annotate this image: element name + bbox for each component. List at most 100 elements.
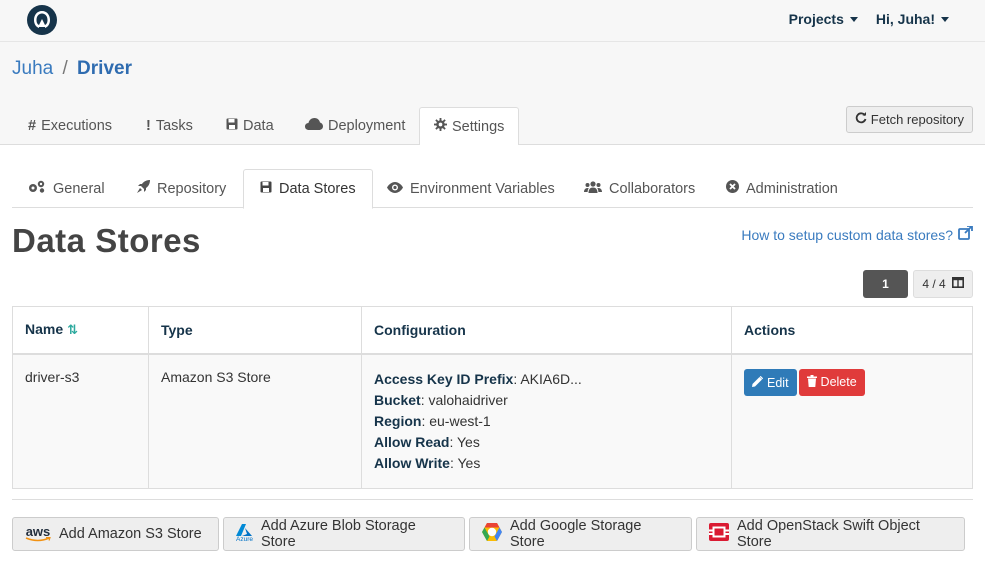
- user-greeting: Hi, Juha!: [875, 11, 935, 27]
- add-store-buttons: aws Add Amazon S3 Store Azure Add Azure …: [12, 517, 965, 551]
- eye-icon: [387, 181, 403, 197]
- settings-panel: General Repository Data Stores Environme…: [0, 145, 985, 570]
- users-icon: [584, 180, 602, 197]
- header-label: Name: [25, 321, 64, 338]
- fetch-repository-button[interactable]: Fetch repository: [845, 106, 973, 133]
- config-value: : Yes: [449, 454, 481, 471]
- column-count: 4 / 4: [922, 277, 946, 291]
- cell-type: Amazon S3 Store: [148, 353, 362, 489]
- tab-label: Data Stores: [279, 181, 356, 197]
- tab-settings[interactable]: Settings: [419, 107, 520, 146]
- aws-icon: aws: [25, 524, 51, 542]
- edit-label: Edit: [767, 375, 789, 390]
- column-header-name[interactable]: Name ⇅: [12, 306, 149, 355]
- table-header-row: Name ⇅ Type Configuration Actions: [12, 306, 973, 355]
- column-header-actions: Actions: [731, 306, 973, 355]
- valohai-logo[interactable]: [27, 5, 57, 35]
- tab-label: Administration: [746, 180, 838, 197]
- add-button-label: Add Amazon S3 Store: [59, 526, 202, 542]
- tab-deployment[interactable]: Deployment: [291, 107, 419, 145]
- exclamation-icon: !: [146, 118, 151, 134]
- fetch-repository-label: Fetch repository: [870, 112, 964, 127]
- page-title: Data Stores: [12, 222, 201, 259]
- breadcrumb-owner-link[interactable]: Juha: [12, 58, 53, 79]
- google-cloud-icon: [482, 523, 502, 545]
- columns-icon: [951, 277, 964, 291]
- help-link-label: How to setup custom data stores?: [741, 226, 953, 243]
- table-row: driver-s3 Amazon S3 Store Access Key ID …: [12, 353, 973, 489]
- pencil-icon: [752, 375, 764, 390]
- add-button-label: Add Google Storage Store: [510, 518, 642, 550]
- cell-actions: Edit Delete: [731, 353, 973, 489]
- help-link[interactable]: How to setup custom data stores?: [741, 225, 973, 243]
- header-label: Configuration: [374, 321, 466, 338]
- breadcrumb: Juha / Driver: [12, 58, 132, 80]
- edit-button[interactable]: Edit: [744, 369, 797, 396]
- config-key: Allow Read: [374, 433, 450, 450]
- tab-label: General: [53, 180, 105, 197]
- add-google-storage-store-button[interactable]: Add Google Storage Store: [469, 517, 692, 551]
- config-key: Bucket: [374, 391, 421, 408]
- tab-data[interactable]: Data: [212, 107, 288, 145]
- delete-button[interactable]: Delete: [798, 368, 865, 396]
- tab-label: Collaborators: [609, 180, 696, 197]
- tab-label: Data: [243, 118, 274, 134]
- top-navbar: Projects Hi, Juha!: [0, 0, 985, 42]
- tab-label: Executions: [41, 118, 113, 134]
- data-stores-table: Name ⇅ Type Configuration Actions driver-…: [12, 306, 973, 489]
- trash-icon: [806, 374, 817, 390]
- config-value: : Yes: [449, 433, 480, 450]
- config-line: Bucket: valohaidriver: [374, 390, 719, 411]
- config-key: Region: [374, 412, 422, 429]
- section-divider: [12, 499, 973, 500]
- project-tabs: # Executions ! Tasks Data Deployment Set…: [0, 107, 985, 146]
- user-menu-dropdown[interactable]: Hi, Juha!: [876, 11, 949, 27]
- config-line: Allow Read: Yes: [374, 432, 719, 453]
- tab-general[interactable]: General: [12, 169, 121, 208]
- openstack-icon: [709, 523, 729, 545]
- breadcrumb-separator: /: [62, 58, 68, 79]
- tab-label: Repository: [157, 180, 227, 197]
- tab-label: Settings: [452, 118, 505, 135]
- column-toggle-button[interactable]: 4 / 4: [913, 270, 973, 298]
- config-line: Allow Write: Yes: [374, 453, 719, 474]
- gear-icon: [434, 118, 447, 135]
- projects-dropdown[interactable]: Projects: [789, 11, 858, 27]
- tab-tasks[interactable]: ! Tasks: [132, 107, 207, 145]
- table-pager: 1 4 / 4: [863, 270, 973, 298]
- page-button[interactable]: 1: [863, 270, 908, 298]
- tab-executions[interactable]: # Executions: [14, 107, 126, 145]
- config-key: Allow Write: [374, 454, 450, 471]
- projects-label: Projects: [788, 11, 844, 27]
- delete-label: Delete: [820, 375, 857, 389]
- gears-icon: [28, 180, 46, 197]
- add-openstack-swift-object-store-button[interactable]: Add OpenStack Swift Object Store: [696, 517, 965, 551]
- tab-collaborators[interactable]: Collaborators: [568, 169, 711, 208]
- add-amazon-s3-store-button[interactable]: aws Add Amazon S3 Store: [12, 517, 219, 551]
- column-header-type: Type: [148, 306, 362, 355]
- config-value: : AKIA6D...: [513, 370, 582, 387]
- column-header-configuration: Configuration: [361, 306, 732, 355]
- tab-data-stores[interactable]: Data Stores: [243, 169, 373, 209]
- add-azure-blob-storage-store-button[interactable]: Azure Add Azure Blob Storage Store: [223, 517, 465, 551]
- close-circle-icon: [726, 180, 739, 197]
- sort-icon[interactable]: ⇅: [67, 322, 78, 337]
- tab-administration[interactable]: Administration: [710, 169, 854, 208]
- tab-environment-variables[interactable]: Environment Variables: [371, 169, 571, 208]
- config-value: : eu-west-1: [421, 412, 491, 429]
- caret-down-icon: [941, 16, 949, 22]
- cloud-icon: [305, 118, 323, 134]
- floppy-icon: [226, 118, 238, 134]
- config-line: Region: eu-west-1: [374, 411, 719, 432]
- cell-configuration: Access Key ID Prefix: AKIA6D... Bucket: …: [361, 353, 732, 489]
- external-link-icon: [958, 225, 973, 243]
- refresh-icon: [855, 112, 867, 127]
- config-key: Access Key ID Prefix: [374, 370, 514, 387]
- tab-repository[interactable]: Repository: [121, 169, 242, 208]
- floppy-icon: [260, 181, 272, 197]
- caret-down-icon: [849, 16, 858, 22]
- tab-label: Tasks: [155, 118, 193, 134]
- config-value: : valohaidriver: [420, 391, 508, 408]
- tab-label: Deployment: [328, 118, 406, 134]
- breadcrumb-project-link[interactable]: Driver: [77, 58, 132, 79]
